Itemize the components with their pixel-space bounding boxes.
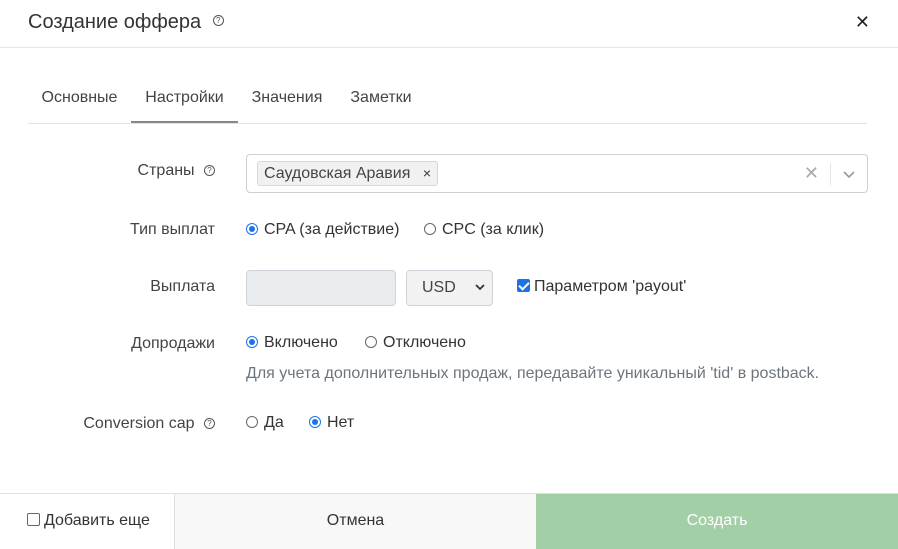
tab-bar: Основные Настройки Значения Заметки [28,74,867,124]
dialog-title: Создание оффера ? [28,11,224,34]
radio-button-checked[interactable] [309,416,321,428]
radio-button[interactable] [424,223,436,235]
radio-upsells-on[interactable]: Включено [246,334,338,352]
currency-value: USD [422,279,456,296]
help-icon[interactable]: ? [212,15,224,27]
payout-type-label: Тип выплат [130,221,215,238]
add-more-label: Добавить еще [44,512,150,529]
conversion-cap-label-text: Conversion cap [83,415,195,432]
select-divider [830,163,831,185]
radio-cpa-label: CPA (за действие) [264,221,400,238]
tab-settings[interactable]: Настройки [131,74,238,123]
payout-label: Выплата [150,278,215,295]
checkbox-checked[interactable] [517,279,530,292]
help-icon[interactable]: ? [204,165,215,177]
radio-cap-no-label: Нет [327,414,355,431]
radio-upsells-on-label: Включено [264,334,338,351]
cancel-button[interactable]: Отмена [175,494,536,549]
radio-cap-yes[interactable]: Да [246,414,284,432]
radio-upsells-off-label: Отключено [383,334,466,351]
upsells-hint: Для учета дополнительных продаж, передав… [246,365,820,382]
help-icon[interactable]: ? [204,418,215,430]
conversion-cap-label: Conversion cap ? [83,415,215,433]
countries-label: Страны ? [138,162,215,180]
radio-button[interactable] [246,416,258,428]
radio-cpa[interactable]: CPA (за действие) [246,221,399,239]
radio-cpc[interactable]: CPC (за клик) [424,221,544,239]
dialog-title-text: Создание оффера [28,11,202,33]
radio-button-checked[interactable] [246,336,258,348]
add-more-checkbox[interactable]: Добавить еще [0,494,175,549]
dialog-footer: Добавить еще Отмена Создать [0,493,898,549]
countries-select[interactable]: Саудовская Аравия × ✕ [246,154,868,193]
payout-param-label: Параметром 'payout' [534,278,687,295]
radio-button[interactable] [365,336,377,348]
create-button[interactable]: Создать [536,494,898,549]
radio-cap-no[interactable]: Нет [309,414,354,432]
selected-country-chip: Саудовская Аравия × [257,161,439,186]
radio-upsells-off[interactable]: Отключено [365,334,466,352]
radio-button-checked[interactable] [246,223,258,235]
dialog-header: Создание оффера ? ✕ [0,0,898,48]
clear-icon[interactable]: ✕ [804,163,819,184]
payout-input[interactable] [246,270,396,306]
checkbox[interactable] [27,513,40,526]
chevron-down-icon [475,284,485,291]
tab-notes[interactable]: Заметки [336,74,426,123]
tab-values[interactable]: Значения [238,74,336,123]
chip-label: Саудовская Аравия [264,165,411,182]
radio-cpc-label: CPC (за клик) [442,221,545,238]
close-icon[interactable]: ✕ [855,12,870,32]
countries-label-text: Страны [137,162,195,179]
upsells-label: Допродажи [131,335,215,352]
payout-param-checkbox[interactable]: Параметром 'payout' [517,278,686,296]
chip-remove-icon[interactable]: × [423,165,431,181]
chevron-down-icon[interactable] [841,166,857,182]
radio-cap-yes-label: Да [264,414,284,431]
tab-basic[interactable]: Основные [28,74,131,123]
currency-select[interactable]: USD [406,270,493,306]
